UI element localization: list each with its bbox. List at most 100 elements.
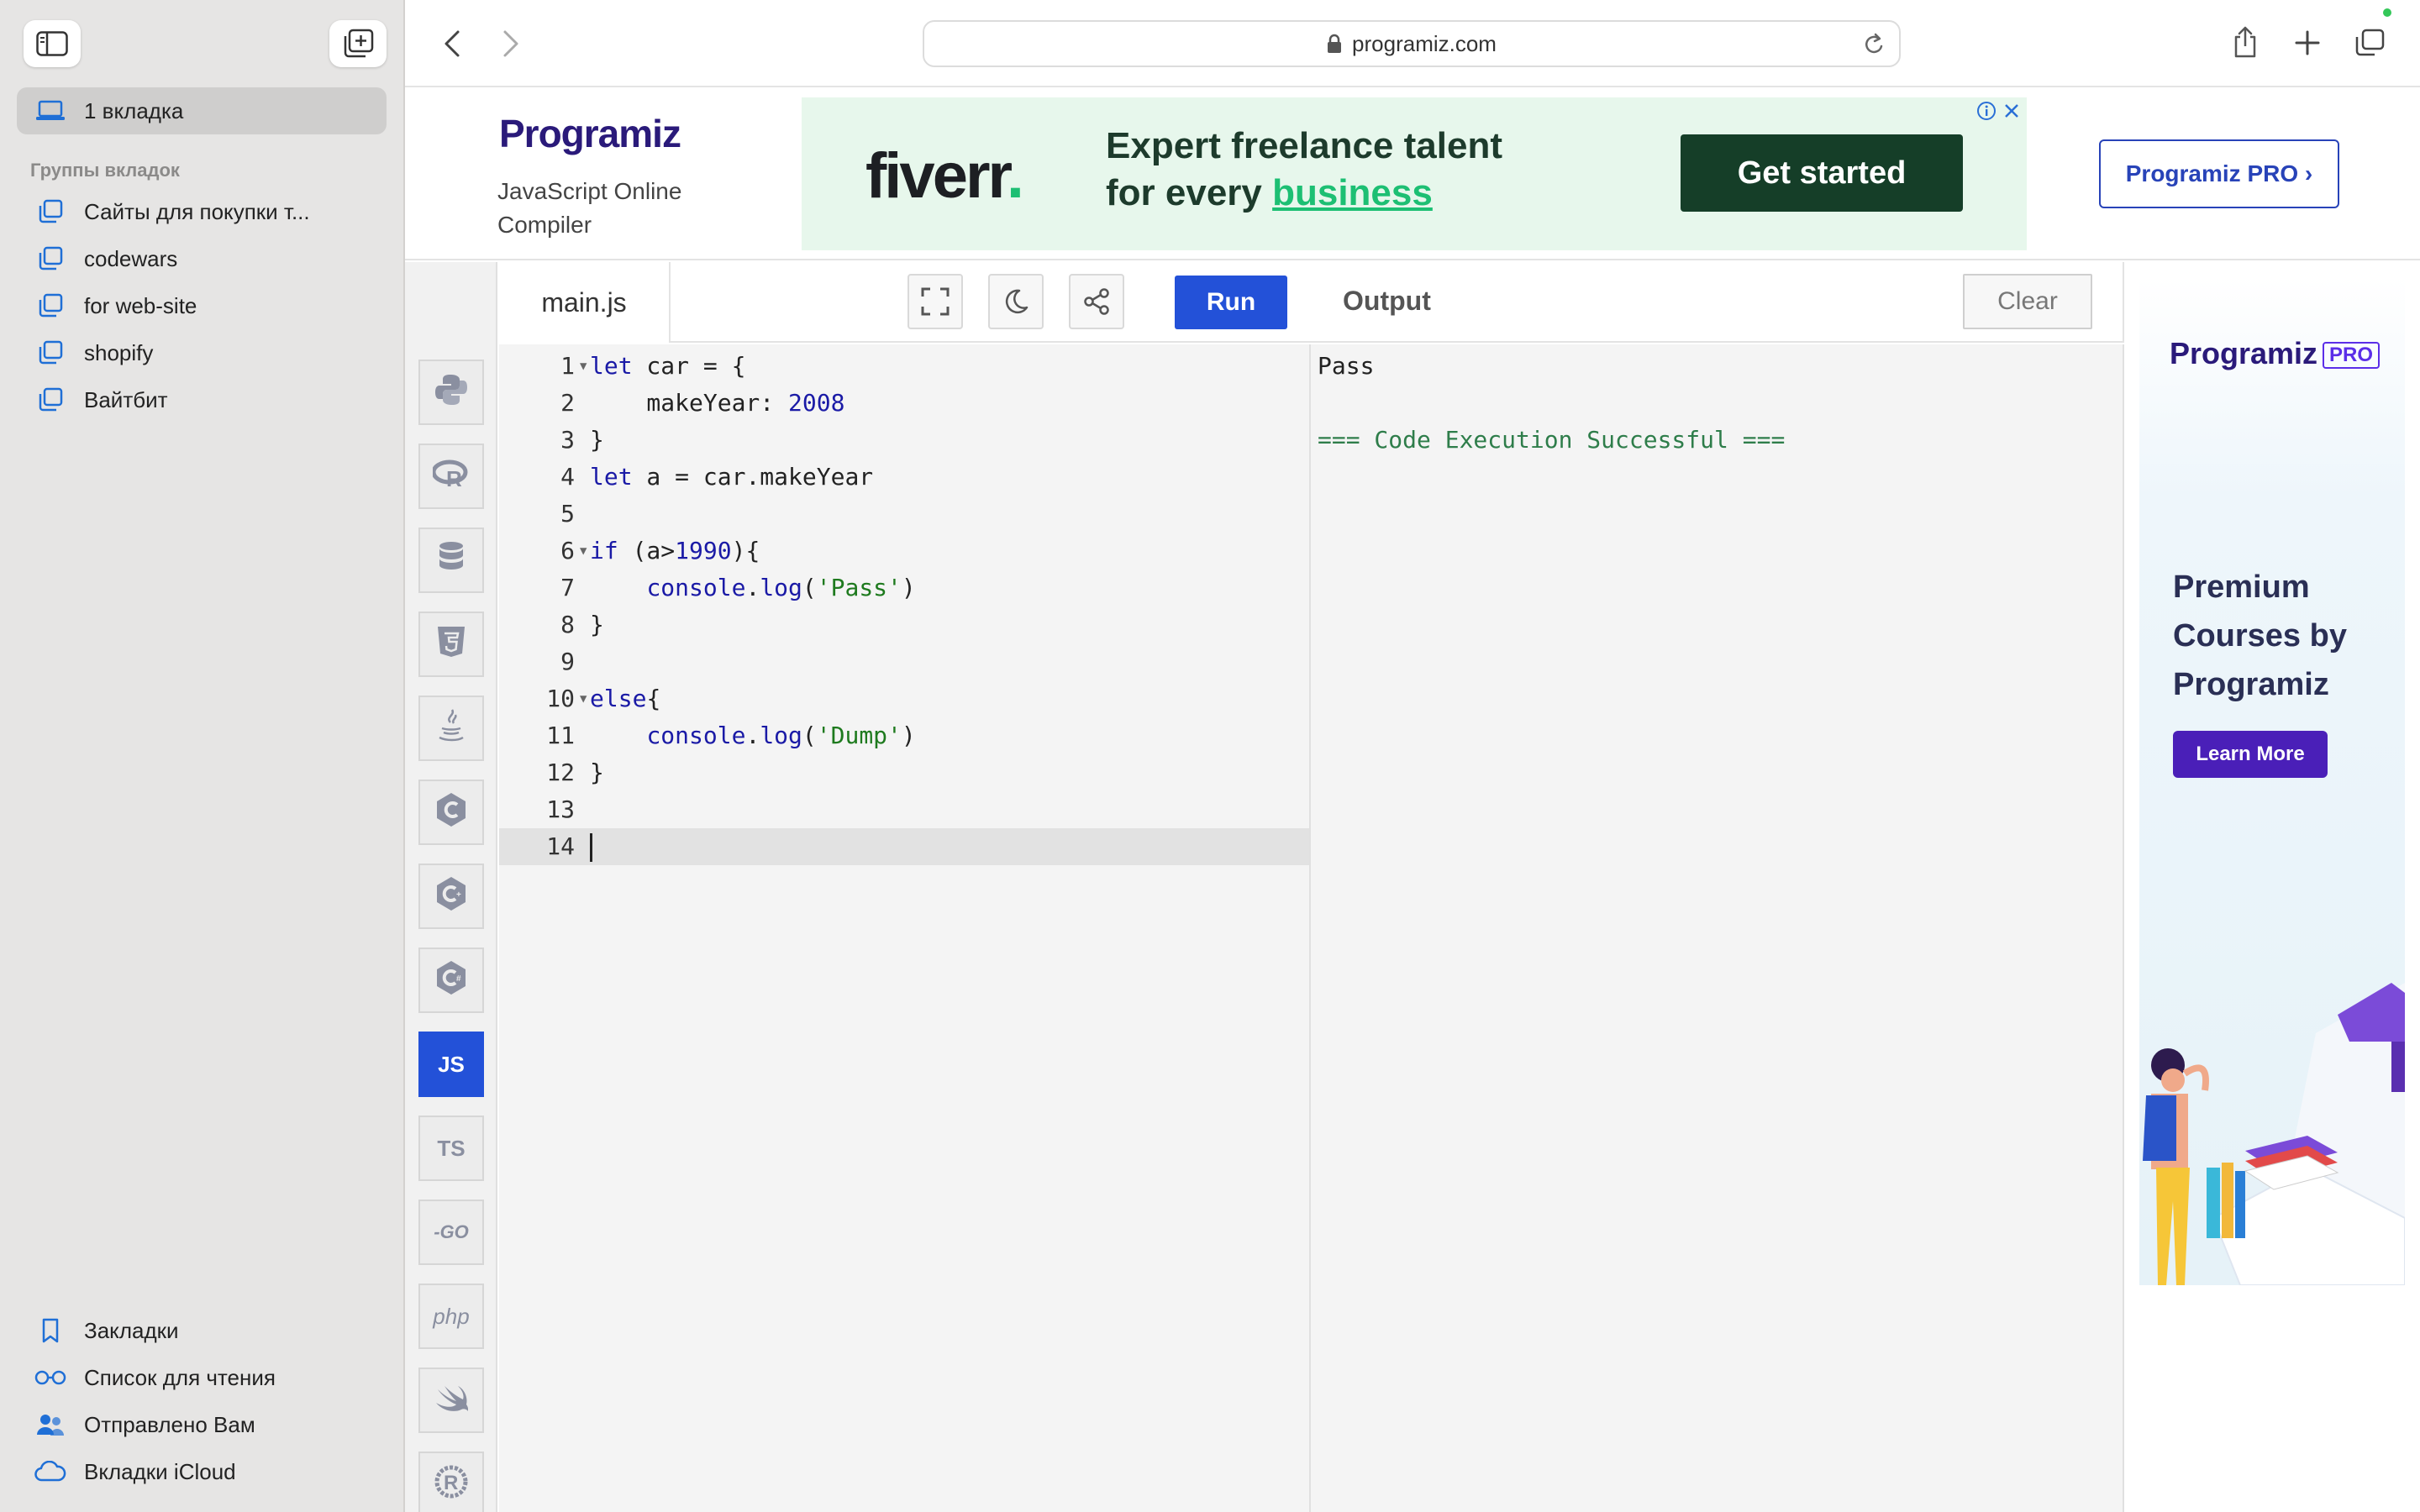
sidebar-item-current-tabs[interactable]: 1 вкладка <box>17 87 387 134</box>
webpage: Programiz JavaScript Online Compiler fiv… <box>405 87 2420 1512</box>
svg-text:R: R <box>444 1472 458 1494</box>
ts-icon: TS <box>437 1135 466 1161</box>
language-html[interactable] <box>418 612 484 677</box>
clear-button[interactable]: Clear <box>1963 274 2092 329</box>
language-java[interactable] <box>418 696 484 761</box>
sidebar-item-icloud-tabs[interactable]: Вкладки iCloud <box>17 1448 387 1495</box>
url-text: programiz.com <box>1352 30 1497 56</box>
fiverr-logo: fiverr. <box>865 140 1024 212</box>
language-go[interactable]: -GO <box>418 1200 484 1265</box>
share-icon <box>2234 26 2256 58</box>
code-line-text: console.log('Pass') <box>646 574 916 601</box>
theme-toggle-button[interactable] <box>988 274 1044 329</box>
code-line: 10 ▼ else{ <box>499 680 1309 717</box>
language-csharp[interactable]: # <box>418 948 484 1013</box>
language-sql[interactable] <box>418 528 484 593</box>
code-editor[interactable]: 1 ▼ let car = { 2 makeYear: 2008 3} 4 let a… <box>499 344 1311 1512</box>
code-line-text: } <box>590 759 604 786</box>
forward-button[interactable] <box>494 25 528 62</box>
language-swift[interactable] <box>418 1368 484 1433</box>
java-icon <box>437 708 466 749</box>
back-button[interactable] <box>435 25 469 62</box>
ad-headline-highlight: business <box>1272 172 1433 213</box>
svg-text:R: R <box>446 466 462 489</box>
ad-banner[interactable]: fiverr. Expert freelance talent for ever… <box>802 97 2027 250</box>
code-line: 3} <box>499 422 1309 459</box>
sidebar-item-reading-list[interactable]: Список для чтения <box>17 1354 387 1401</box>
ad-cta-button[interactable]: Get started <box>1681 134 1963 212</box>
code-line: 9 <box>560 648 575 675</box>
language-rust[interactable]: R <box>418 1452 484 1512</box>
svg-text:#: # <box>456 974 461 984</box>
tab-overview-button[interactable] <box>2351 22 2388 64</box>
ad-headline: Expert freelance talent for every busine… <box>1106 123 1502 217</box>
fold-arrow-icon[interactable]: ▼ <box>580 348 587 385</box>
code-line: 1 ▼ let car = { <box>499 348 1309 385</box>
code-line-text: } <box>590 426 604 454</box>
logo-text: Programiz <box>499 112 681 155</box>
fold-arrow-icon[interactable]: ▼ <box>580 680 587 717</box>
sql-icon <box>438 541 465 580</box>
programiz-pro-button[interactable]: Programiz PRO › <box>2099 139 2339 208</box>
share-button[interactable] <box>2227 20 2264 64</box>
language-r[interactable]: R <box>418 444 484 509</box>
fold-arrow-icon[interactable]: ▼ <box>580 533 587 570</box>
learn-more-button[interactable]: Learn More <box>2173 731 2328 778</box>
output-success-line: === Code Execution Successful === <box>1318 426 1786 454</box>
sidebar-item-label: shopify <box>84 339 154 365</box>
new-tab-button[interactable] <box>2289 22 2326 64</box>
code-line-text: console.log('Dump') <box>646 722 916 749</box>
tab-groups-heading: Группы вкладок <box>30 160 180 181</box>
rust-icon: R <box>433 1463 470 1506</box>
language-php[interactable]: php <box>418 1284 484 1349</box>
sidebar-item-bookmarks[interactable]: Закладки <box>17 1307 387 1354</box>
address-bar[interactable]: programiz.com <box>923 20 1901 67</box>
programiz-logo[interactable]: Programiz <box>499 111 681 156</box>
bookmark-icon <box>34 1314 67 1347</box>
share-nodes-icon <box>1084 288 1109 315</box>
js-icon: JS <box>438 1051 465 1077</box>
sidebar-item-label: Закладки <box>84 1317 179 1343</box>
shared-with-you-icon <box>34 1408 67 1441</box>
pro-badge: PRO <box>2323 342 2381 370</box>
sidebar-item-group[interactable]: shopify <box>17 329 387 376</box>
text-caret <box>590 833 592 862</box>
sidebar-item-group[interactable]: for web-site <box>17 282 387 329</box>
icloud-icon <box>34 1455 67 1488</box>
sidebar-item-label: Список для чтения <box>84 1364 276 1390</box>
ad-info-icon[interactable] <box>1976 101 1996 121</box>
moon-icon <box>1005 289 1028 314</box>
share-code-button[interactable] <box>1069 274 1124 329</box>
plus-icon <box>2295 30 2320 55</box>
code-line-text: let car = { <box>590 352 746 380</box>
sidebar-item-group[interactable]: Вайтбит <box>17 376 387 423</box>
sidebar-item-group[interactable]: codewars <box>17 235 387 282</box>
file-tab[interactable]: main.js <box>499 262 671 343</box>
programiz-pro-ad[interactable]: Programiz PRO Premium Courses by Programi… <box>2139 277 2405 1285</box>
language-ts[interactable]: TS <box>418 1116 484 1181</box>
sidebar-item-label: 1 вкладка <box>84 97 184 123</box>
side-ad-headline: Premium Courses by Programiz <box>2173 570 2347 702</box>
output-console[interactable]: Pass === Code Execution Successful === <box>1311 344 2124 1512</box>
code-line: 2 makeYear: 2008 <box>499 385 1309 422</box>
side-ad-column: Programiz PRO Premium Courses by Programi… <box>2124 262 2420 1512</box>
chevron-right-icon <box>503 30 518 57</box>
swift-icon <box>434 1383 469 1419</box>
code-line-text: } <box>590 611 604 638</box>
sidebar-item-shared-with-you[interactable]: Отправлено Вам <box>17 1401 387 1448</box>
language-c[interactable] <box>418 780 484 845</box>
code-line-text: if (a>1990){ <box>590 537 760 564</box>
language-python[interactable] <box>418 360 484 425</box>
sidebar-toggle-button[interactable] <box>24 20 81 67</box>
sidebar-item-label: Вайтбит <box>84 386 168 412</box>
ad-close-icon[interactable] <box>2002 101 2022 121</box>
new-tab-group-button[interactable] <box>329 20 387 67</box>
sidebar-item-group[interactable]: Сайты для покупки т... <box>17 188 387 235</box>
fullscreen-button[interactable] <box>908 274 963 329</box>
code-line: 12} <box>499 754 1309 791</box>
reload-icon[interactable] <box>1862 32 1886 57</box>
language-js[interactable]: JS <box>418 1032 484 1097</box>
run-button[interactable]: Run <box>1175 276 1287 329</box>
site-header: Programiz JavaScript Online Compiler fiv… <box>405 87 2420 260</box>
language-cpp[interactable]: + <box>418 864 484 929</box>
